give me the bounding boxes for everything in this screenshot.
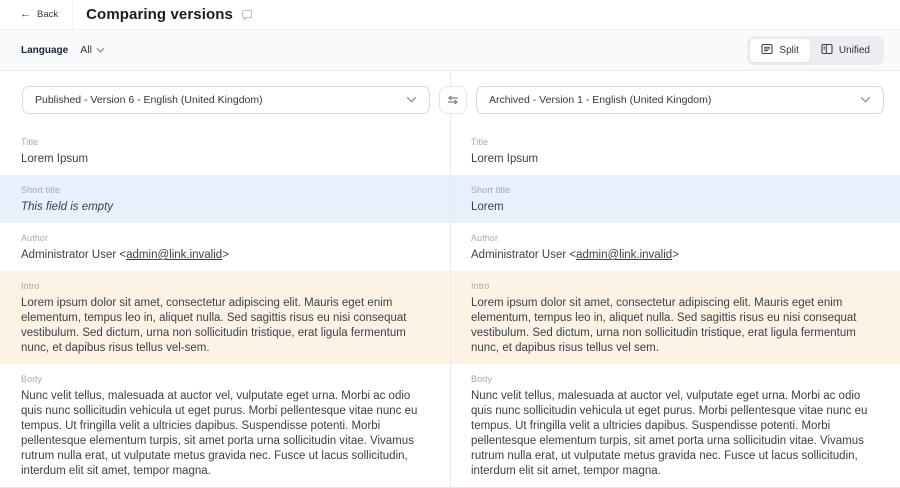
field-label: Author — [471, 233, 876, 243]
author-email-link[interactable]: admin@link.invalid — [126, 249, 222, 261]
field-cell-right: Title Lorem Ipsum — [450, 127, 900, 175]
field-value: Lorem Ipsum — [21, 152, 426, 167]
field-value: Nunc velit tellus, malesuada at auctor v… — [471, 389, 876, 479]
field-label: Author — [21, 233, 426, 243]
language-group: Language All — [21, 44, 105, 56]
right-version-selector[interactable]: Archived - Version 1 - English (United K… — [476, 86, 884, 114]
field-value: Lorem ipsum dolor sit amet, consectetur … — [471, 296, 876, 356]
app-header: ← Back Comparing versions — [0, 0, 900, 30]
field-cell-left: Title Lorem Ipsum — [0, 127, 450, 175]
field-label: Title — [21, 137, 426, 147]
split-view-button[interactable]: Split — [750, 39, 809, 62]
field-value-text: Administrator User < — [21, 249, 126, 261]
author-email-link[interactable]: admin@link.invalid — [576, 249, 672, 261]
version-selector-row: Published - Version 6 - English (United … — [0, 71, 900, 127]
field-value-text: Administrator User < — [471, 249, 576, 261]
field-cell-left: Author Administrator User <admin@link.in… — [0, 223, 450, 271]
field-value-text: This field is empty — [21, 201, 113, 213]
toolbar: Language All Split — [0, 30, 900, 71]
field-value-text: Lorem — [471, 201, 504, 213]
comment-icon — [241, 9, 253, 21]
field-value-text: > — [222, 249, 229, 261]
field-label: Short title — [21, 185, 426, 195]
right-version-selector-value: Archived - Version 1 - English (United K… — [489, 94, 711, 106]
back-button[interactable]: ← Back — [14, 5, 64, 24]
split-view-label: Split — [779, 45, 798, 56]
unified-view-icon — [821, 43, 833, 58]
unified-view-button[interactable]: Unified — [810, 39, 881, 62]
field-value-text: > — [672, 249, 679, 261]
field-value: Nunc velit tellus, malesuada at auctor v… — [21, 389, 426, 479]
field-cell-right: Body Nunc velit tellus, malesuada at auc… — [450, 364, 900, 487]
field-label: Short title — [471, 185, 876, 195]
back-button-label: Back — [37, 9, 58, 20]
field-label: Title — [471, 137, 876, 147]
language-label: Language — [21, 45, 68, 56]
comparison-content: Published - Version 6 - English (United … — [0, 71, 900, 488]
left-version-selector-value: Published - Version 6 - English (United … — [35, 94, 263, 106]
field-value-text: Lorem ipsum dolor sit amet, consectetur … — [21, 297, 406, 354]
field-cell-right: Intro Lorem ipsum dolor sit amet, consec… — [450, 271, 900, 364]
field-label: Body — [471, 374, 876, 384]
field-value-text: Lorem ipsum dolor sit amet, consectetur … — [471, 297, 856, 354]
language-dropdown-value: All — [80, 44, 92, 56]
field-label: Intro — [471, 281, 876, 291]
field-value-text: Lorem Ipsum — [21, 153, 88, 165]
field-value-text: Lorem Ipsum — [471, 153, 538, 165]
chevron-down-icon — [860, 94, 871, 106]
field-value: Lorem — [471, 200, 876, 215]
field-value: Lorem ipsum dolor sit amet, consectetur … — [21, 296, 426, 356]
field-cell-left: Short title This field is empty — [0, 175, 450, 223]
field-cell-right: Short title Lorem — [450, 175, 900, 223]
view-mode-toggle: Split Unified — [747, 36, 884, 65]
unified-view-label: Unified — [839, 45, 870, 56]
field-value: Lorem Ipsum — [471, 152, 876, 167]
arrow-left-icon: ← — [20, 9, 31, 20]
chevron-down-icon — [96, 44, 105, 56]
field-cell-left: Body Nunc velit tellus, malesuada at auc… — [0, 364, 450, 487]
field-value: This field is empty — [21, 200, 426, 215]
field-value-text: Nunc velit tellus, malesuada at auctor v… — [21, 390, 417, 477]
field-cell-right: Author Administrator User <admin@link.in… — [450, 223, 900, 271]
left-version-selector[interactable]: Published - Version 6 - English (United … — [22, 86, 430, 114]
swap-horizontal-icon — [446, 94, 460, 106]
chevron-down-icon — [406, 94, 417, 106]
field-value: Administrator User <admin@link.invalid> — [21, 248, 426, 263]
language-dropdown[interactable]: All — [80, 44, 105, 56]
swap-versions-button[interactable] — [439, 86, 467, 114]
column-divider — [450, 71, 451, 488]
field-value: Administrator User <admin@link.invalid> — [471, 248, 876, 263]
field-value-text: Nunc velit tellus, malesuada at auctor v… — [471, 390, 867, 477]
page-title-wrap: Comparing versions — [73, 6, 253, 23]
field-label: Body — [21, 374, 426, 384]
page-title: Comparing versions — [86, 6, 233, 23]
field-label: Intro — [21, 281, 426, 291]
field-cell-left: Intro Lorem ipsum dolor sit amet, consec… — [0, 271, 450, 364]
split-view-icon — [761, 43, 773, 58]
